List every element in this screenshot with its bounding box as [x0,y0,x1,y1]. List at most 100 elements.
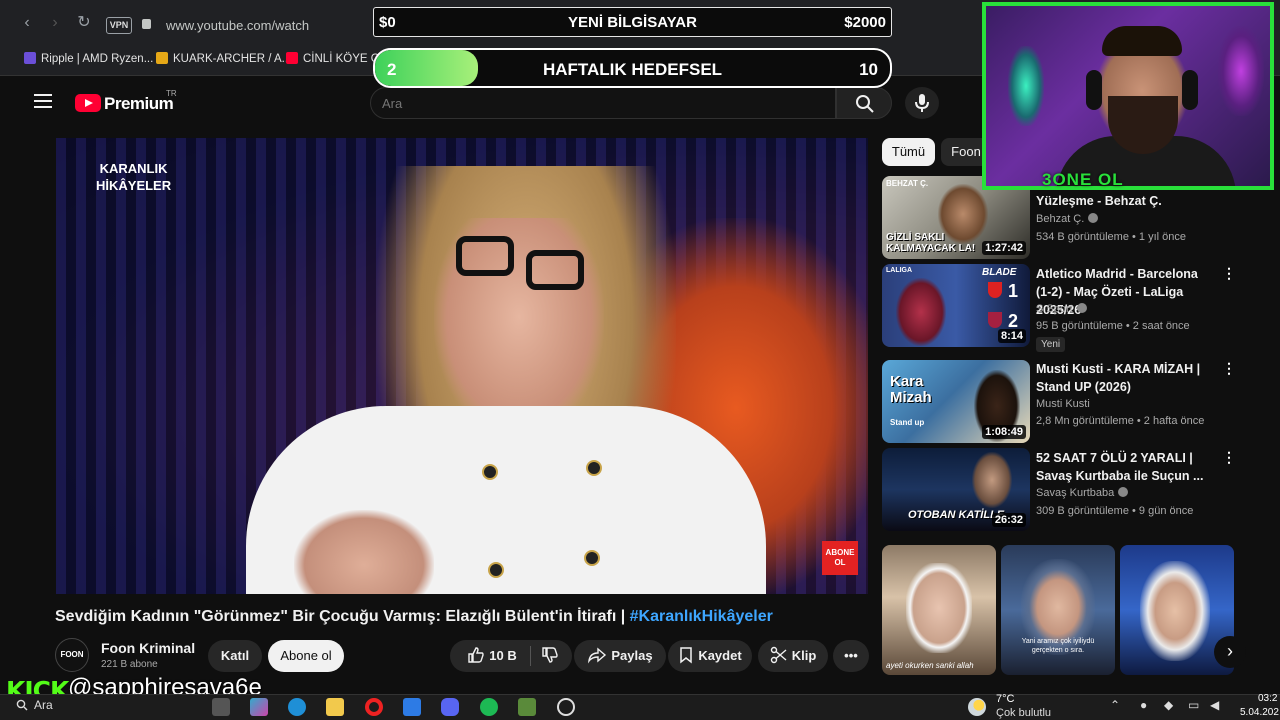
club-crest-icon [988,282,1002,298]
goal-target-value: 10 [859,60,878,79]
webcam-overlay [982,2,1274,190]
task-view-icon[interactable] [212,698,230,716]
forward-icon[interactable]: › [44,12,66,34]
microphone-icon[interactable]: ● [1140,698,1147,712]
subscriber-count: 221 B abone [101,659,158,670]
vpn-badge[interactable]: VPN [106,17,132,34]
edge-icon[interactable] [288,698,306,716]
channel-name[interactable]: Foon Kriminal [101,640,195,656]
jacket-button [488,562,504,578]
nvidia-icon[interactable] [518,698,536,716]
thumbnail-text: LALIGA [886,267,913,274]
video-duration: 1:08:49 [982,425,1026,439]
more-options-icon[interactable]: ⋮ [1222,449,1236,466]
spotify-icon[interactable] [480,698,498,716]
channel-name[interactable]: Savaş Kurtbaba [1036,487,1129,499]
more-actions-button[interactable]: ••• [833,640,869,672]
video-duration: 1:27:42 [982,241,1026,255]
club-crest-icon [988,312,1002,328]
weather-temperature[interactable]: 7°C [996,693,1014,705]
video-thumbnail[interactable]: LALIGA BLADE 1 2 8:14 [882,264,1030,347]
bookmark-item[interactable]: KUARK-ARCHER / A... [156,52,291,65]
shorts-thumbnail[interactable]: ayeti okurken sanki allah [882,545,996,675]
taskbar-date[interactable]: 5.04.202 [1240,707,1279,718]
like-button[interactable]: 10 B [456,640,528,672]
obs-icon[interactable] [557,698,575,716]
shorts-thumbnail[interactable]: Yani aramız çok iyiliydü gerçekten o sır… [1001,545,1115,675]
voice-search-button[interactable] [905,87,939,119]
shorts-caption: ayeti okurken sanki allah [886,661,974,670]
like-dislike-bar: 10 B [450,640,572,672]
thumbnail-text: GİZLİ SAKLI KALMAYACAK LA! [886,232,976,254]
back-icon[interactable]: ‹ [16,12,38,34]
region-code: TR [166,89,177,98]
thumbnail-text: BEHZAT Ç. [886,179,929,188]
save-button[interactable]: Kaydet [668,640,752,672]
youtube-logo-icon[interactable] [75,94,101,112]
video-meta: 534 B görüntüleme • 1 yıl önce [1036,231,1186,243]
channel-avatar[interactable]: FOON [55,638,89,672]
mail-icon[interactable] [403,698,421,716]
jacket-button [482,464,498,480]
network-icon[interactable]: ▭ [1188,698,1199,712]
shorts-next-button[interactable]: › [1214,636,1246,668]
jacket-button [584,550,600,566]
file-explorer-icon[interactable] [326,698,344,716]
copilot-icon[interactable] [250,698,268,716]
channel-name[interactable]: Musti Kusti [1036,398,1090,410]
more-options-icon[interactable]: ⋮ [1222,265,1236,282]
search-input[interactable] [370,87,836,119]
video-title[interactable]: Yüzleşme - Behzat Ç. [1036,192,1216,210]
weather-description[interactable]: Çok bulutlu [996,707,1051,719]
windows-taskbar [0,694,1280,720]
volume-icon[interactable]: ◀ [1210,698,1219,712]
share-icon [588,647,607,664]
bookmark-item[interactable]: Ripple | AMD Ryzen... [24,52,153,65]
taskbar-search[interactable]: Ara [16,698,53,712]
clip-button[interactable]: Klip [758,640,828,672]
divider [530,646,531,666]
channel-name[interactable]: S Sport [1036,303,1087,315]
bookmark-icon [680,647,693,664]
search-icon [856,95,874,113]
show-logo: KARANLIK HİKÂYELER [96,161,172,193]
video-meta: 95 B görüntüleme • 2 saat önce [1036,320,1190,332]
reload-icon[interactable]: ↻ [73,12,95,34]
video-player[interactable]: KARANLIK HİKÂYELER ABONE OL [56,138,868,594]
video-thumbnail[interactable]: Kara Mizah Stand up 1:08:49 [882,360,1030,443]
video-thumbnail[interactable]: OTOBAN KATİLLE 26:32 [882,448,1030,531]
video-title[interactable]: Musti Kusti - KARA MİZAH | Stand UP (202… [1036,360,1216,396]
dislike-button[interactable] [534,640,570,672]
join-button[interactable]: Katıl [208,640,262,672]
opera-icon[interactable] [365,698,383,716]
youtube-logo-text[interactable]: Premium [104,94,174,114]
video-title[interactable]: 52 SAAT 7 ÖLÜ 2 YARALI | Savaş Kurtbaba … [1036,449,1216,485]
thumbnail-text: Stand up [890,418,925,427]
bookmark-favicon-icon [156,52,168,64]
thumbs-down-icon [542,647,558,663]
video-duration: 26:32 [991,513,1026,527]
thumbnail-person [972,452,1012,508]
thumbs-up-icon [468,647,484,663]
channel-name[interactable]: Behzat Ç. [1036,213,1099,225]
taskbar-clock[interactable]: 03:2 [1258,693,1277,704]
discord-icon[interactable] [441,698,459,716]
goal-bar-computer: $0 YENİ BİLGİSAYAR $2000 [373,7,892,37]
thumbnail-person [906,563,972,653]
chip-all[interactable]: Tümü [882,138,935,166]
chevron-up-icon[interactable]: ⌃ [1110,698,1120,712]
address-bar[interactable]: www.youtube.com/watch [166,18,309,33]
lock-icon[interactable] [142,19,151,29]
hashtag-link[interactable]: #KaranlıkHikâyeler [630,608,773,625]
speaker-hand [294,510,434,594]
headphones-icon [1086,70,1102,110]
weather-icon[interactable] [968,698,986,716]
share-button[interactable]: Paylaş [574,640,666,672]
more-options-icon[interactable]: ⋮ [1222,360,1236,377]
thumbnail-text: OTOBAN KATİLLE [908,509,1005,521]
subscribe-watermark[interactable]: ABONE OL [822,541,858,575]
subscribe-button[interactable]: Abone ol [268,640,344,672]
kick-tray-icon[interactable]: ◆ [1164,698,1173,712]
search-button[interactable] [836,87,892,119]
menu-icon[interactable] [34,94,52,108]
